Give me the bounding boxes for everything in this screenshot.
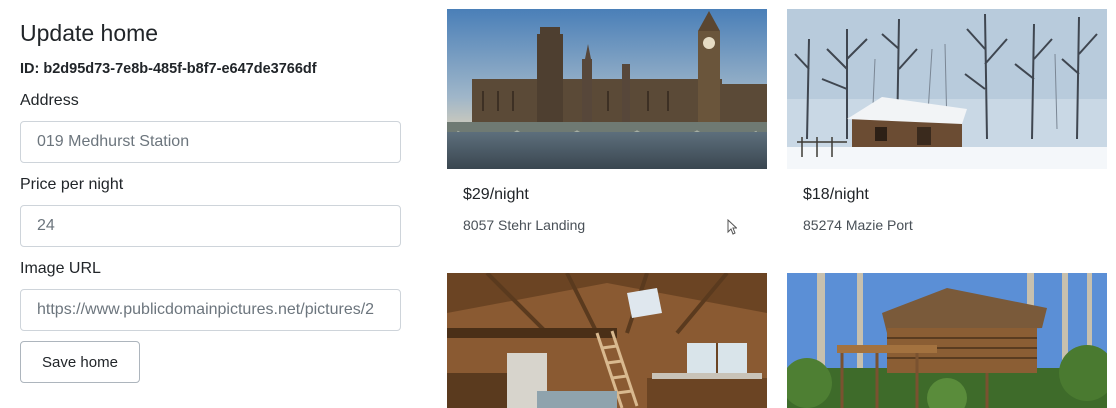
listing-price: $29/night (463, 186, 529, 203)
forest-treehouse-photo (787, 273, 1107, 408)
listing-address: 8057 Stehr Landing (463, 217, 586, 233)
save-home-button[interactable]: Save home (20, 341, 140, 383)
image-url-label: Image URL (20, 260, 101, 277)
price-label: Price per night (20, 176, 124, 193)
listing-card[interactable] (447, 273, 767, 408)
pointer-cursor-icon (727, 218, 738, 240)
listing-price: $18/night (803, 186, 869, 203)
listing-address: 85274 Mazie Port (803, 217, 913, 233)
home-id: ID: b2d95d73-7e8b-485f-b8f7-e647de3766df (20, 61, 317, 77)
london-parliament-photo (447, 9, 767, 169)
cabin-interior-photo (447, 273, 767, 408)
snowy-cabin-photo (787, 9, 1107, 169)
address-input[interactable] (20, 121, 401, 163)
listing-card[interactable]: $29/night 8057 Stehr Landing (447, 9, 767, 249)
price-input[interactable] (20, 205, 401, 247)
page-title: Update home (20, 20, 159, 46)
listing-card[interactable] (787, 273, 1107, 408)
image-url-input[interactable] (20, 289, 401, 331)
address-label: Address (20, 92, 79, 109)
listing-card[interactable]: $18/night 85274 Mazie Port (787, 9, 1107, 249)
